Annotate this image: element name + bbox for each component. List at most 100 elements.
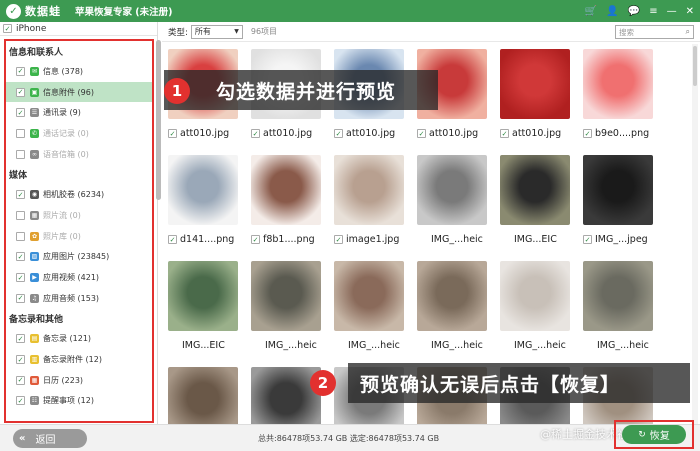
sidebar-item-label: 通话记录 (0): [43, 128, 89, 138]
sidebar-item-checkbox[interactable]: ✓: [16, 252, 25, 262]
thumbnail-caption: IMG...EIC: [168, 339, 225, 352]
sidebar-item-label: 照片流 (0): [43, 210, 81, 220]
sidebar-item[interactable]: ✓ ∞ 语音信箱 (0): [6, 144, 152, 165]
sidebar-item[interactable]: ✓ ▣ 信息附件 (96): [6, 81, 152, 103]
cart-icon[interactable]: 🛒: [585, 6, 597, 17]
thumbnail[interactable]: [500, 49, 570, 119]
thumbnail[interactable]: [334, 261, 404, 331]
thumbnail-checkbox[interactable]: ✓: [168, 235, 177, 244]
file-name: IMG_...heic: [348, 340, 400, 351]
type-select[interactable]: 所有 ▼: [190, 24, 243, 39]
sidebar-item-checkbox[interactable]: ✓: [16, 293, 25, 303]
thumbnail[interactable]: [417, 155, 487, 225]
file-name: IMG...EIC: [514, 234, 557, 245]
minimize-icon[interactable]: —: [667, 6, 677, 17]
recover-highlight: ↻ 恢复: [614, 420, 694, 449]
sidebar-item[interactable]: ✓ ▤ 备忘录 (121): [6, 329, 152, 350]
sidebar-item-checkbox[interactable]: ✓: [16, 149, 25, 159]
sidebar-item[interactable]: ✓ ☷ 提醒事项 (12): [6, 391, 152, 412]
sidebar-item-checkbox[interactable]: ✓: [16, 108, 25, 118]
sidebar-item-checkbox[interactable]: ✓: [16, 396, 25, 406]
thumbnail-checkbox[interactable]: ✓: [583, 235, 592, 244]
thumbnail-checkbox[interactable]: ✓: [334, 235, 343, 244]
file-name: IMG_...heic: [514, 340, 566, 351]
thumbnail-caption: ✓ b9e0....png: [583, 127, 649, 140]
sidebar-item[interactable]: ✓ ♫ 应用音频 (153): [6, 288, 152, 309]
thumbnail[interactable]: [168, 155, 238, 225]
sidebar-item[interactable]: ✓ ▨ 应用图片 (23845): [6, 247, 152, 268]
sidebar-item-label: 照片库 (0): [43, 231, 81, 241]
category-icon: ✆: [30, 128, 39, 138]
thumbnail[interactable]: [500, 155, 570, 225]
sidebar-item-checkbox[interactable]: ✓: [16, 87, 25, 97]
file-name: IMG_...heic: [431, 234, 483, 245]
sidebar: ✓ iPhone 信息和联系人 ✓ ✉ 信息 (378) ✓ ▣ 信息附件 (96) ✓ ☰ 通讯…: [0, 22, 158, 424]
sidebar-item[interactable]: ✓ ▦ 照片流 (0): [6, 205, 152, 226]
item-count: 96项目: [250, 27, 278, 36]
thumbnail-checkbox[interactable]: ✓: [251, 235, 260, 244]
sidebar-item-checkbox[interactable]: ✓: [16, 66, 25, 76]
callout-1-badge: 1: [164, 78, 190, 104]
sidebar-item[interactable]: ✓ ✆ 通话记录 (0): [6, 123, 152, 144]
grid-scrollbar[interactable]: [692, 44, 698, 424]
thumbnail[interactable]: [334, 155, 404, 225]
device-checkbox[interactable]: ✓: [3, 24, 12, 33]
file-name: IMG_...heic: [431, 340, 483, 351]
thumbnail-checkbox[interactable]: ✓: [334, 129, 343, 138]
sidebar-item-checkbox[interactable]: ✓: [16, 210, 25, 220]
thumbnail[interactable]: [251, 367, 321, 424]
sidebar-item-checkbox[interactable]: ✓: [16, 231, 25, 241]
sidebar-item-checkbox[interactable]: ✓: [16, 273, 25, 283]
close-icon[interactable]: ✕: [686, 6, 694, 17]
thumbnail-checkbox[interactable]: ✓: [417, 129, 426, 138]
thumbnail-checkbox[interactable]: ✓: [500, 129, 509, 138]
sidebar-item-checkbox[interactable]: ✓: [16, 128, 25, 138]
device-row[interactable]: ✓ iPhone: [0, 22, 157, 36]
sidebar-item-label: 应用视频 (421): [43, 273, 100, 283]
thumbnail[interactable]: [583, 155, 653, 225]
sidebar-item[interactable]: ✓ ▶ 应用视频 (421): [6, 267, 152, 288]
category-icon: ▦: [30, 375, 39, 385]
category-header: 备忘录和其他: [9, 315, 64, 326]
thumbnail[interactable]: [168, 261, 238, 331]
sidebar-item[interactable]: ✓ ▥ 备忘录附件 (12): [6, 349, 152, 370]
back-button[interactable]: « 返回: [13, 429, 87, 448]
thumbnail[interactable]: [168, 367, 238, 424]
callout-2-badge: 2: [310, 370, 336, 396]
user-icon[interactable]: 👤: [606, 6, 618, 17]
grid-scroll-thumb[interactable]: [693, 46, 697, 86]
menu-icon[interactable]: ≡: [649, 6, 657, 17]
recover-button[interactable]: ↻ 恢复: [622, 425, 686, 444]
thumbnail-checkbox[interactable]: ✓: [168, 129, 177, 138]
thumbnail[interactable]: [417, 261, 487, 331]
sidebar-item[interactable]: ✓ ✿ 照片库 (0): [6, 226, 152, 247]
thumbnail[interactable]: [251, 261, 321, 331]
thumbnail-checkbox[interactable]: ✓: [583, 129, 592, 138]
callout-1: 勾选数据并进行预览: [164, 70, 438, 110]
category-icon: ☰: [30, 108, 39, 118]
double-chevron-left-icon: «: [19, 433, 26, 444]
thumbnail[interactable]: [251, 155, 321, 225]
sidebar-item-checkbox[interactable]: ✓: [16, 355, 25, 365]
thumbnail-checkbox[interactable]: ✓: [251, 129, 260, 138]
thumbnail-caption: IMG_...heic: [583, 339, 649, 352]
sidebar-item[interactable]: ✓ ✉ 信息 (378): [6, 61, 152, 82]
search-input[interactable]: 搜索 ⌕: [615, 25, 694, 39]
thumbnail-caption: ✓ d141....png: [168, 233, 234, 246]
sidebar-item-label: 提醒事项 (12): [43, 396, 94, 406]
sidebar-item-checkbox[interactable]: ✓: [16, 375, 25, 385]
sidebar-item-checkbox[interactable]: ✓: [16, 334, 25, 344]
file-name: IMG_...jpeg: [595, 234, 648, 245]
chat-icon[interactable]: 💬: [628, 6, 640, 17]
sidebar-scrollbar[interactable]: [156, 40, 161, 200]
thumbnail[interactable]: [500, 261, 570, 331]
sidebar-item-checkbox[interactable]: ✓: [16, 190, 25, 200]
thumbnail-caption: IMG_...heic: [334, 339, 400, 352]
thumbnail[interactable]: [583, 261, 653, 331]
refresh-icon: ↻: [638, 429, 646, 440]
sidebar-item[interactable]: ✓ ☰ 通讯录 (9): [6, 102, 152, 123]
sidebar-item[interactable]: ✓ ▦ 日历 (223): [6, 370, 152, 391]
thumbnail[interactable]: [583, 49, 653, 119]
sidebar-item[interactable]: ✓ ◉ 相机胶卷 (6234): [6, 184, 152, 205]
file-name: att010.jpg: [263, 128, 313, 139]
